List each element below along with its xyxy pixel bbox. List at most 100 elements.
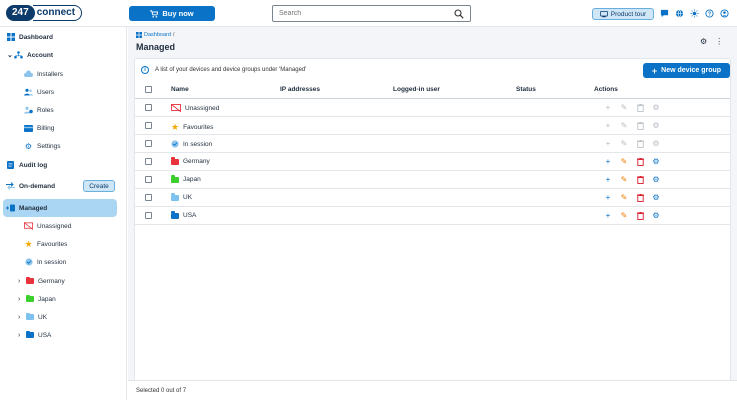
top-icons: ? [660, 8, 729, 18]
info-text: A list of your devices and device groups… [155, 67, 307, 73]
row-checkbox[interactable] [145, 140, 152, 147]
search-input[interactable] [279, 10, 439, 17]
sidebar-item-installers[interactable]: Installers [0, 65, 127, 83]
delete-icon [636, 121, 644, 130]
sidebar-item-uk[interactable]: › UK [0, 308, 127, 326]
sidebar-item-account[interactable]: ⌄ Account [0, 46, 127, 64]
row-name: USA [183, 212, 197, 219]
row-checkbox[interactable] [145, 176, 152, 183]
delete-icon[interactable] [636, 193, 644, 202]
delete-icon[interactable] [636, 175, 644, 184]
new-device-group-button[interactable]: + New device group [643, 63, 730, 78]
column-ip-addresses[interactable]: IP addresses [280, 86, 320, 93]
sidebar-item-unassigned[interactable]: Unassigned [0, 217, 127, 235]
user-icon[interactable] [720, 8, 729, 18]
column-logged-in-user[interactable]: Logged-in user [393, 86, 440, 93]
gear-icon[interactable]: ⚙ [652, 193, 660, 202]
chevron-down-icon[interactable]: ⌄ [7, 51, 14, 59]
table-row[interactable]: Unassigned + ✎ ⚙ [135, 99, 730, 117]
sidebar-item-label: Settings [37, 142, 61, 150]
row-checkbox[interactable] [145, 122, 152, 129]
sidebar-item-germany[interactable]: › Germany [0, 272, 127, 290]
row-name: Japan [183, 176, 201, 183]
logo[interactable]: 247 connect [6, 5, 83, 21]
selection-footer: Selected 0 out of 7 [128, 380, 737, 400]
sidebar-item-label: On-demand [19, 182, 56, 190]
column-name[interactable]: Name [171, 86, 189, 93]
chat-icon[interactable] [660, 8, 669, 18]
info-row: i A list of your devices and device grou… [141, 66, 306, 74]
theme-icon[interactable] [690, 8, 699, 18]
delete-icon[interactable] [636, 211, 644, 220]
row-checkbox[interactable] [145, 158, 152, 165]
table-row[interactable]: Japan + ✎ ⚙ [135, 171, 730, 189]
sidebar-item-billing[interactable]: Billing [0, 119, 127, 137]
column-actions: Actions [594, 86, 618, 93]
sidebar-item-roles[interactable]: Roles [0, 101, 127, 119]
sidebar-item-users[interactable]: Users [0, 83, 127, 101]
table-row[interactable]: UK + ✎ ⚙ [135, 189, 730, 207]
sidebar-item-managed[interactable]: Managed [3, 199, 117, 217]
row-name: UK [183, 194, 193, 201]
sidebar-item-label: Billing [37, 124, 55, 132]
row-checkbox[interactable] [145, 212, 152, 219]
buy-now-button[interactable]: Buy now [129, 6, 215, 21]
chevron-right-icon[interactable]: › [18, 296, 25, 303]
table-row[interactable]: USA + ✎ ⚙ [135, 207, 730, 225]
edit-icon: ✎ [620, 138, 628, 148]
table-row[interactable]: In session + ✎ ⚙ [135, 135, 730, 153]
gear-icon[interactable]: ⚙ [700, 37, 707, 46]
sidebar-item-dashboard[interactable]: Dashboard [0, 28, 127, 46]
add-icon[interactable]: + [604, 193, 612, 202]
sidebar-item-audit-log[interactable]: Audit log [0, 156, 127, 174]
folder-icon [25, 330, 34, 340]
delete-icon [636, 103, 644, 112]
edit-icon[interactable]: ✎ [620, 193, 628, 202]
create-button[interactable]: Create [83, 180, 115, 192]
folder-icon [25, 294, 34, 304]
star-icon: ★ [171, 122, 180, 132]
installers-icon [24, 70, 33, 79]
on-demand-icon [6, 182, 15, 191]
sidebar-item-favourites[interactable]: ★ Favourites [0, 235, 127, 253]
product-tour-button[interactable]: Product tour [592, 8, 654, 20]
add-icon[interactable]: + [604, 175, 612, 184]
select-all-checkbox[interactable] [145, 86, 152, 93]
folder-icon [171, 175, 179, 183]
help-icon[interactable]: ? [705, 8, 714, 18]
more-vertical-icon[interactable]: ⋮ [715, 37, 723, 46]
gear-icon[interactable]: ⚙ [652, 175, 660, 184]
gear-icon: ⚙ [24, 141, 33, 151]
table-row[interactable]: ★ Favourites + ✎ ⚙ [135, 117, 730, 135]
roles-icon [24, 106, 33, 115]
sidebar-item-japan[interactable]: › Japan [0, 290, 127, 308]
breadcrumb-dashboard-link[interactable]: Dashboard [144, 32, 171, 38]
chevron-right-icon[interactable]: › [18, 278, 25, 285]
folder-icon [25, 276, 34, 286]
column-status[interactable]: Status [516, 86, 536, 93]
chevron-right-icon[interactable]: › [18, 314, 25, 321]
edit-icon[interactable]: ✎ [620, 175, 628, 184]
add-icon[interactable]: + [604, 211, 612, 220]
breadcrumb-separator: / [172, 32, 175, 38]
gear-icon[interactable]: ⚙ [652, 157, 660, 166]
search-box[interactable] [272, 5, 471, 22]
sidebar-item-label: Users [37, 88, 54, 96]
globe-icon[interactable] [675, 8, 684, 18]
row-checkbox[interactable] [145, 194, 152, 201]
row-name: In session [183, 140, 213, 148]
gear-icon[interactable]: ⚙ [652, 211, 660, 220]
table-row[interactable]: Germany + ✎ ⚙ [135, 153, 730, 171]
delete-icon[interactable] [636, 157, 644, 166]
sidebar-item-settings[interactable]: ⚙ Settings [0, 137, 127, 155]
search-icon[interactable] [454, 8, 464, 19]
edit-icon[interactable]: ✎ [620, 157, 628, 166]
chevron-right-icon[interactable]: › [18, 332, 25, 339]
sidebar-item-in-session[interactable]: In session [0, 253, 127, 271]
add-icon[interactable]: + [604, 157, 612, 166]
logo-text: connect [32, 5, 83, 21]
add-icon: + [605, 102, 611, 112]
sidebar-item-usa[interactable]: › USA [0, 326, 127, 344]
edit-icon[interactable]: ✎ [620, 211, 628, 220]
row-checkbox[interactable] [145, 104, 152, 111]
